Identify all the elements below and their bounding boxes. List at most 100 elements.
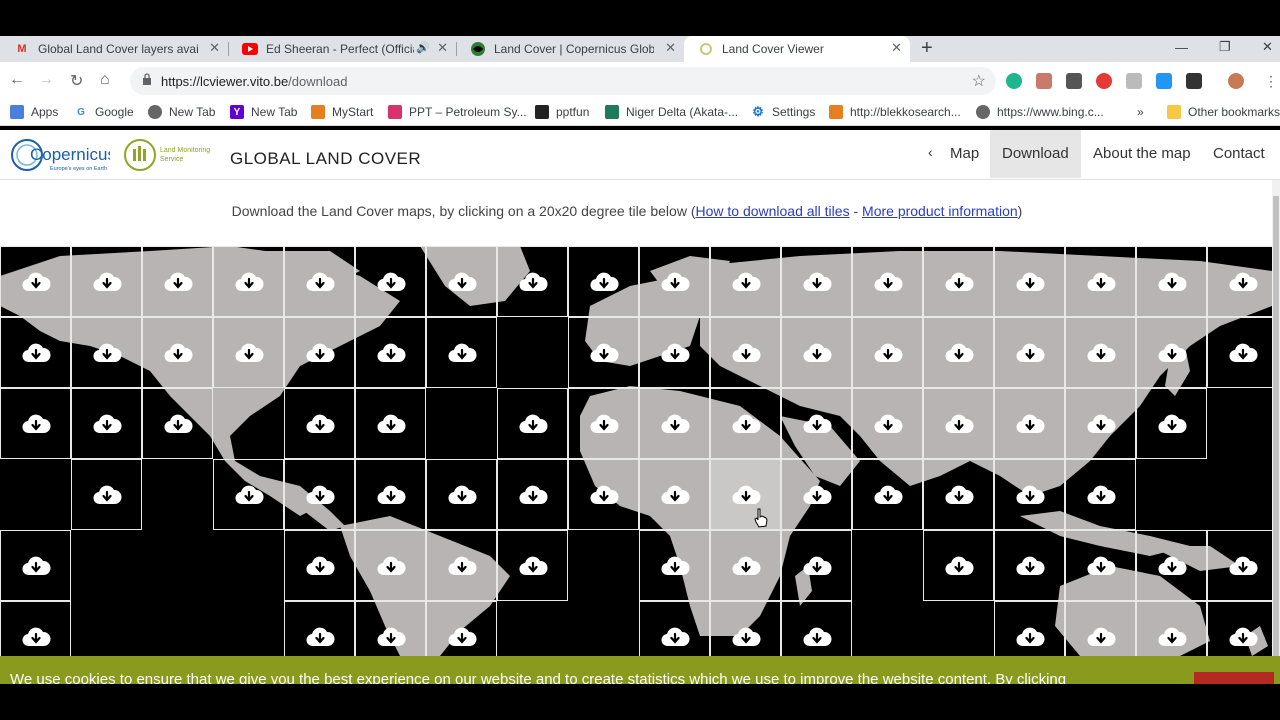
download-tile[interactable]: [923, 246, 994, 317]
land-monitoring-logo[interactable]: Land Monitoring Service: [124, 137, 220, 173]
bookmark-ppt[interactable]: PPT – Petroleum Sy...: [388, 105, 527, 119]
download-tile[interactable]: [0, 530, 71, 601]
download-tile[interactable]: [497, 388, 568, 459]
download-tile[interactable]: [639, 388, 710, 459]
extension-icon[interactable]: [1126, 73, 1142, 89]
close-icon[interactable]: ✕: [437, 40, 448, 56]
download-tile[interactable]: [781, 530, 852, 601]
download-tile[interactable]: [142, 246, 213, 317]
back-icon[interactable]: ←: [9, 71, 25, 89]
bookmark-mystart[interactable]: MyStart: [311, 105, 373, 119]
download-tile[interactable]: [1065, 246, 1136, 317]
download-tile[interactable]: [781, 459, 852, 530]
download-tile[interactable]: [0, 317, 71, 388]
download-tile[interactable]: [1065, 459, 1136, 530]
download-tile[interactable]: [497, 246, 568, 317]
download-tile[interactable]: [142, 388, 213, 459]
download-tile[interactable]: [71, 388, 142, 459]
download-tile[interactable]: [355, 601, 426, 656]
download-tile[interactable]: [710, 317, 781, 388]
download-tile[interactable]: [213, 459, 284, 530]
download-tile[interactable]: [497, 459, 568, 530]
download-tile[interactable]: [639, 246, 710, 317]
download-tile[interactable]: [1207, 246, 1272, 317]
download-tile[interactable]: [710, 459, 781, 530]
page-scrollbar[interactable]: [1272, 180, 1280, 656]
download-tile[interactable]: [923, 530, 994, 601]
download-tile[interactable]: [284, 317, 355, 388]
download-tile[interactable]: [284, 388, 355, 459]
download-tile[interactable]: [568, 459, 639, 530]
home-icon[interactable]: ⌂: [100, 71, 110, 89]
download-tile[interactable]: [0, 246, 71, 317]
download-tile[interactable]: [355, 530, 426, 601]
scrollbar-thumb[interactable]: [1273, 196, 1279, 656]
speaker-icon[interactable]: 🔊: [416, 41, 430, 54]
download-tile[interactable]: [284, 459, 355, 530]
download-tile[interactable]: [994, 388, 1065, 459]
download-tile[interactable]: [710, 388, 781, 459]
pdf-extension-icon[interactable]: [1036, 73, 1052, 89]
download-tile[interactable]: [1207, 317, 1272, 388]
grammarly-icon[interactable]: [1006, 73, 1022, 89]
download-tile[interactable]: [710, 246, 781, 317]
download-tile[interactable]: [852, 459, 923, 530]
download-tile[interactable]: [213, 317, 284, 388]
download-tile[interactable]: [284, 530, 355, 601]
bookmark-apps[interactable]: Apps: [10, 105, 58, 119]
download-tile[interactable]: [1136, 317, 1207, 388]
download-tile[interactable]: [426, 459, 497, 530]
download-tile[interactable]: [568, 388, 639, 459]
copernicus-logo[interactable]: Copernicus Europe's eyes on Earth: [10, 138, 110, 172]
download-tile[interactable]: [639, 601, 710, 656]
download-tile[interactable]: [994, 530, 1065, 601]
bookmark-star-icon[interactable]: ☆: [972, 71, 986, 91]
nav-about-the-map[interactable]: About the map: [1093, 130, 1191, 178]
download-tile[interactable]: [1136, 530, 1207, 601]
close-icon[interactable]: ✕: [891, 40, 902, 56]
download-tile[interactable]: [923, 388, 994, 459]
bookmark-settings[interactable]: ⚙ Settings: [751, 104, 815, 119]
tab-youtube[interactable]: Ed Sheeran - Perfect (Official 🔊 ✕: [228, 36, 457, 62]
tab-gmail[interactable]: M Global Land Cover layers availabl ✕: [0, 36, 229, 62]
download-tile[interactable]: [852, 246, 923, 317]
download-tile[interactable]: [639, 530, 710, 601]
menu-dots-icon[interactable]: ⋮: [1264, 73, 1278, 90]
download-tile[interactable]: [1065, 317, 1136, 388]
download-tile[interactable]: [71, 246, 142, 317]
block-extension-icon[interactable]: [1096, 73, 1112, 89]
other-bookmarks[interactable]: Other bookmarks: [1167, 105, 1280, 119]
download-tile[interactable]: [355, 317, 426, 388]
download-tile[interactable]: [213, 246, 284, 317]
download-tile[interactable]: [426, 246, 497, 317]
download-tile[interactable]: [781, 601, 852, 656]
window-close-icon[interactable]: ✕: [1262, 39, 1273, 55]
puzzle-extension-icon[interactable]: [1186, 73, 1202, 89]
download-tile[interactable]: [71, 459, 142, 530]
download-tile[interactable]: [923, 459, 994, 530]
cookie-accept-button[interactable]: [1194, 672, 1274, 684]
nav-download[interactable]: Download: [990, 130, 1081, 178]
download-tile[interactable]: [426, 317, 497, 388]
download-tile[interactable]: [1065, 530, 1136, 601]
bookmark-blekko[interactable]: http://blekkosearch...: [829, 105, 961, 119]
bookmark-google[interactable]: G Google: [74, 105, 134, 119]
download-tile[interactable]: [142, 317, 213, 388]
chevron-left-icon[interactable]: ‹: [928, 144, 933, 160]
reload-icon[interactable]: ↻: [70, 71, 83, 91]
download-tile[interactable]: [284, 246, 355, 317]
download-tile[interactable]: [710, 601, 781, 656]
tab-copernicus[interactable]: Land Cover | Copernicus Global L ✕: [456, 36, 684, 62]
download-tile[interactable]: [426, 530, 497, 601]
new-tab-button[interactable]: +: [921, 38, 933, 58]
bookmarks-overflow[interactable]: »: [1137, 105, 1144, 119]
download-tile[interactable]: [355, 459, 426, 530]
download-tile[interactable]: [568, 246, 639, 317]
download-tile[interactable]: [639, 459, 710, 530]
download-tile[interactable]: [994, 246, 1065, 317]
bookmark-pptfun[interactable]: pptfun: [535, 105, 589, 119]
tab-land-cover-viewer[interactable]: Land Cover Viewer ✕: [684, 36, 910, 62]
download-tile[interactable]: [0, 388, 71, 459]
download-tile[interactable]: [710, 530, 781, 601]
download-tile[interactable]: [568, 317, 639, 388]
